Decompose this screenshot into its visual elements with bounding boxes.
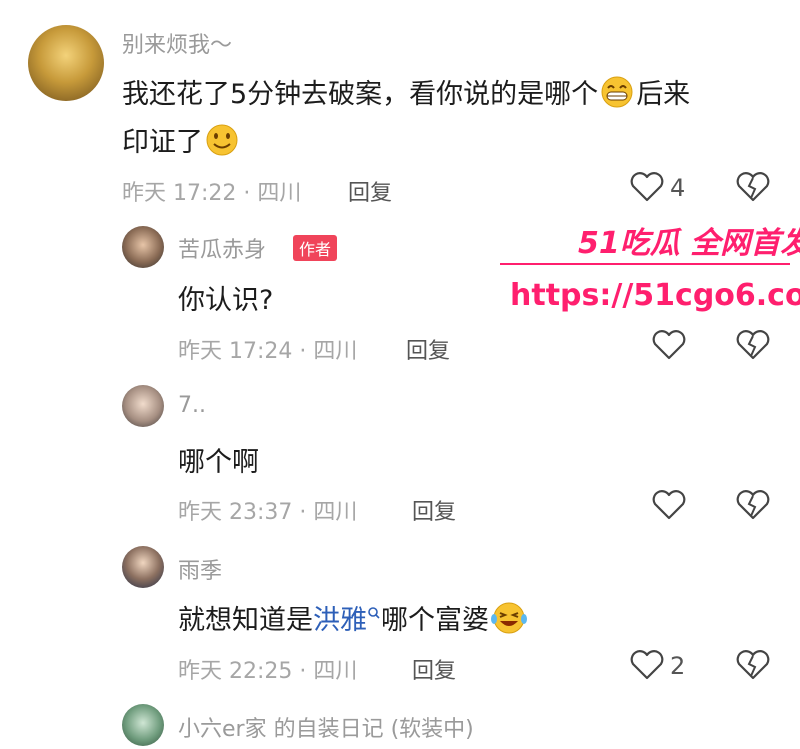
avatar[interactable]	[122, 546, 164, 588]
smiling-emoji	[203, 123, 241, 164]
comment-meta: 昨天 22:25 · 四川	[178, 659, 358, 684]
reply-button[interactable]: 回复	[412, 494, 456, 526]
reply-button[interactable]: 回复	[348, 175, 392, 207]
comment-text-part: 我还花了5分钟去破案，看你说的是哪个	[122, 79, 599, 110]
avatar[interactable]	[122, 226, 164, 268]
avatar[interactable]	[122, 385, 164, 427]
broken-heart-icon[interactable]	[736, 172, 770, 206]
comment-text: 哪个啊	[178, 447, 259, 478]
broken-heart-icon[interactable]	[736, 490, 770, 524]
like-count: 4	[670, 174, 686, 202]
topic-link[interactable]: 洪雅	[313, 605, 367, 636]
comment-text: 就想知道是洪雅 哪个富婆	[178, 598, 529, 642]
watermark-divider	[500, 263, 790, 265]
avatar[interactable]	[122, 704, 164, 746]
comment-text-part: 哪个富婆	[381, 605, 489, 636]
comment-text-part: 后来	[636, 79, 691, 110]
comment-username[interactable]: 别来烦我～	[122, 27, 232, 59]
comment-meta: 昨天 23:37 · 四川	[178, 500, 358, 525]
comment-text: 我还花了5分钟去破案，看你说的是哪个 后来	[122, 72, 690, 115]
comment-text: 你认识?	[178, 285, 274, 316]
comment-meta: 昨天 17:22 · 四川	[122, 181, 302, 206]
watermark-title: 51吃瓜 全网首发	[578, 226, 800, 261]
comment-username[interactable]: 小六er家 的自装日记 (软装中)	[178, 711, 474, 743]
like-count: 2	[670, 652, 686, 680]
broken-heart-icon[interactable]	[736, 650, 770, 684]
heart-outline-icon[interactable]	[652, 330, 686, 364]
comment-username[interactable]: 雨季	[178, 553, 222, 585]
comment-meta: 昨天 17:24 · 四川	[178, 339, 358, 364]
comment-username[interactable]: 苦瓜赤身	[178, 232, 266, 264]
author-badge: 作者	[293, 235, 338, 261]
search-icon[interactable]	[367, 598, 381, 629]
comment-text-part: 印证了	[122, 127, 203, 158]
heart-outline-icon[interactable]	[652, 490, 686, 524]
heart-outline-icon[interactable]	[630, 650, 664, 684]
watermark-url: https://51cgo6.com	[510, 278, 800, 313]
reply-button[interactable]: 回复	[412, 653, 456, 685]
comment-text-line2: 印证了	[122, 120, 241, 164]
comment-text-part: 就想知道是	[178, 605, 313, 636]
laughing-tears-emoji	[489, 601, 529, 642]
comment-username[interactable]: 7..	[178, 393, 206, 418]
heart-outline-icon[interactable]	[630, 172, 664, 206]
broken-heart-icon[interactable]	[736, 330, 770, 364]
avatar[interactable]	[28, 25, 104, 101]
grinning-emoji	[598, 76, 636, 115]
reply-button[interactable]: 回复	[406, 333, 450, 365]
